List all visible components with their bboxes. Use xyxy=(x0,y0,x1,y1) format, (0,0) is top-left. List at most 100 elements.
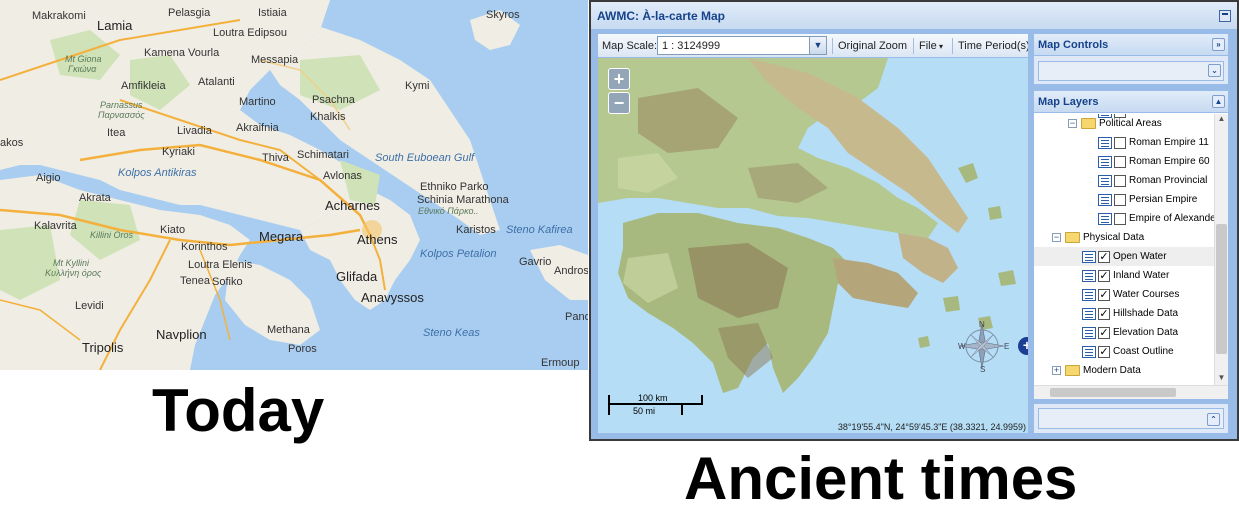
place-label: Killini Oros xyxy=(90,230,134,240)
file-menu-label: File xyxy=(919,40,937,52)
place-label: Mt Kyllini xyxy=(53,258,90,268)
expand-toggle-icon[interactable]: + xyxy=(1052,366,1061,375)
place-label: Anavyssos xyxy=(361,290,424,305)
place-label: Kolpos Petalion xyxy=(420,248,497,260)
double-chevron-up-icon[interactable]: ⌃ xyxy=(1207,413,1220,426)
legend-icon[interactable] xyxy=(1098,175,1112,187)
legend-icon[interactable] xyxy=(1098,137,1112,149)
tree-layer-row[interactable]: Roman Provincial xyxy=(1034,171,1214,190)
double-chevron-down-icon[interactable]: ⌄ xyxy=(1208,64,1221,77)
place-label: Loutra Elenis xyxy=(188,259,253,271)
tree-layer-row[interactable]: Persian Empire xyxy=(1034,190,1214,209)
collapse-toggle-icon[interactable]: − xyxy=(1052,233,1061,242)
place-label: Εθνικό Πάρκο.. xyxy=(418,206,479,216)
folder-icon xyxy=(1081,118,1096,129)
place-label: Sofiko xyxy=(212,276,243,288)
scroll-up-arrow-icon[interactable]: ▲ xyxy=(1215,114,1228,126)
layer-label: Inland Water xyxy=(1113,270,1170,281)
original-zoom-button[interactable]: Original Zoom xyxy=(838,40,907,52)
tree-layer-row[interactable]: ✓ Elevation Data xyxy=(1034,323,1214,342)
legend-icon[interactable] xyxy=(1082,346,1096,358)
place-label: Kymi xyxy=(405,80,430,92)
double-chevron-right-icon[interactable]: » xyxy=(1212,38,1225,51)
tree-layer-row[interactable]: ✓ Inland Water xyxy=(1034,266,1214,285)
layer-checkbox[interactable]: ✓ xyxy=(1098,289,1110,301)
zoom-out-button[interactable]: − xyxy=(608,92,630,114)
folder-label: Modern Data xyxy=(1083,365,1141,376)
layer-label: Open Water xyxy=(1113,251,1167,262)
zoom-in-button[interactable]: + xyxy=(608,68,630,90)
place-label: Navplion xyxy=(156,327,207,342)
legend-icon[interactable] xyxy=(1082,289,1096,301)
place-label: Acharnes xyxy=(325,198,380,213)
legend-icon[interactable] xyxy=(1098,213,1112,225)
layer-checkbox[interactable]: ✓ xyxy=(1098,308,1110,320)
tree-layer-row[interactable]: ✓ Water Courses xyxy=(1034,285,1214,304)
coordinate-readout: 38°19'55.4"N, 24°59'45.3"E (38.3321, 24.… xyxy=(837,422,1026,432)
folder-icon xyxy=(1065,365,1080,376)
legend-icon[interactable] xyxy=(1082,308,1096,320)
tree-layer-row[interactable]: Roman Empire 60 xyxy=(1034,152,1214,171)
place-label: Παρνασσός xyxy=(98,110,145,120)
legend-icon[interactable] xyxy=(1082,251,1096,263)
scrollbar-thumb[interactable] xyxy=(1050,388,1176,397)
layer-checkbox[interactable]: ✓ xyxy=(1098,346,1110,358)
layer-checkbox[interactable] xyxy=(1114,194,1126,206)
place-label: Tripolis xyxy=(82,340,124,355)
tree-layer-row[interactable]: Empire of Alexander xyxy=(1034,209,1214,228)
collapse-toggle-icon[interactable]: − xyxy=(1068,119,1077,128)
place-label: Akrata xyxy=(79,192,111,204)
map-scale-label: Map Scale: xyxy=(602,40,658,52)
layer-checkbox[interactable] xyxy=(1114,175,1126,187)
scroll-down-arrow-icon[interactable]: ▼ xyxy=(1215,373,1228,385)
scrollbar-thumb[interactable] xyxy=(1216,224,1227,354)
place-label: Gavrio xyxy=(519,256,552,268)
place-label: Steno Kafirea xyxy=(506,224,573,236)
collapse-window-button[interactable] xyxy=(1219,10,1231,22)
time-periods-button[interactable]: Time Period(s) xyxy=(958,40,1028,52)
place-label: Kolpos Antikiras xyxy=(118,167,197,179)
map-controls-body: ⌄ xyxy=(1038,61,1224,81)
tree-folder-row[interactable]: − Political Areas xyxy=(1034,114,1214,133)
tree-layer-row[interactable]: ✓ Open Water xyxy=(1034,247,1214,266)
chevron-up-icon[interactable]: ▲ xyxy=(1212,95,1225,108)
legend-icon[interactable] xyxy=(1082,327,1096,339)
legend-icon[interactable] xyxy=(1098,194,1112,206)
map-scale-select[interactable]: 1 : 3124999 ▼ xyxy=(657,36,827,55)
caption-ancient: Ancient times xyxy=(684,445,1078,512)
layer-checkbox[interactable] xyxy=(1114,137,1126,149)
chevron-down-icon[interactable]: ▼ xyxy=(809,37,826,54)
place-label: Karistos xyxy=(456,224,496,236)
tree-layer-row[interactable]: ✓ Hillshade Data xyxy=(1034,304,1214,323)
map-controls-panel: Map Controls » ⌄ xyxy=(1033,33,1229,85)
tree-layer-row[interactable]: Roman Empire 11 xyxy=(1034,133,1214,152)
place-label: Kamena Vourla xyxy=(144,47,220,59)
layer-checkbox[interactable] xyxy=(1114,156,1126,168)
tree-layer-row[interactable]: ✓ Coast Outline xyxy=(1034,342,1214,361)
map-controls-title: Map Controls xyxy=(1038,39,1109,51)
place-label: Levidi xyxy=(75,300,104,312)
place-label: Livadia xyxy=(177,125,212,137)
place-label: Korinthos xyxy=(181,241,228,253)
legend-icon[interactable] xyxy=(1098,156,1112,168)
layers-tree: − Political Areas Roman Empire 11 Roman Emp… xyxy=(1034,114,1214,385)
place-label: Makrakomi xyxy=(32,10,86,22)
layer-checkbox[interactable]: ✓ xyxy=(1098,327,1110,339)
expand-panel-button[interactable]: + xyxy=(1018,337,1028,355)
tree-folder-row[interactable]: − Physical Data xyxy=(1034,228,1214,247)
layers-horizontal-scrollbar[interactable] xyxy=(1034,385,1228,399)
place-label: Loutra Edipsou xyxy=(213,27,287,39)
legend-icon[interactable] xyxy=(1082,270,1096,282)
layer-checkbox[interactable]: ✓ xyxy=(1098,270,1110,282)
map-layers-panel: Map Layers ▲ − Political Areas Roman Empir… xyxy=(1033,90,1229,400)
file-menu-button[interactable]: File ▾ xyxy=(919,40,943,52)
place-label: Messapia xyxy=(251,54,299,66)
place-label: Κυλλήνη όρος xyxy=(45,268,102,278)
tree-folder-row[interactable]: + Modern Data xyxy=(1034,361,1214,380)
ancient-map-canvas[interactable]: N W E S + − 100 km 50 mi 38°19'55.4"N, 2… xyxy=(598,58,1028,433)
layer-checkbox[interactable]: ✓ xyxy=(1098,251,1110,263)
layers-vertical-scrollbar[interactable]: ▲ ▼ xyxy=(1214,114,1228,385)
compass-w-label: W xyxy=(958,342,966,351)
map-controls-header: Map Controls » xyxy=(1034,34,1228,56)
layer-checkbox[interactable] xyxy=(1114,213,1126,225)
